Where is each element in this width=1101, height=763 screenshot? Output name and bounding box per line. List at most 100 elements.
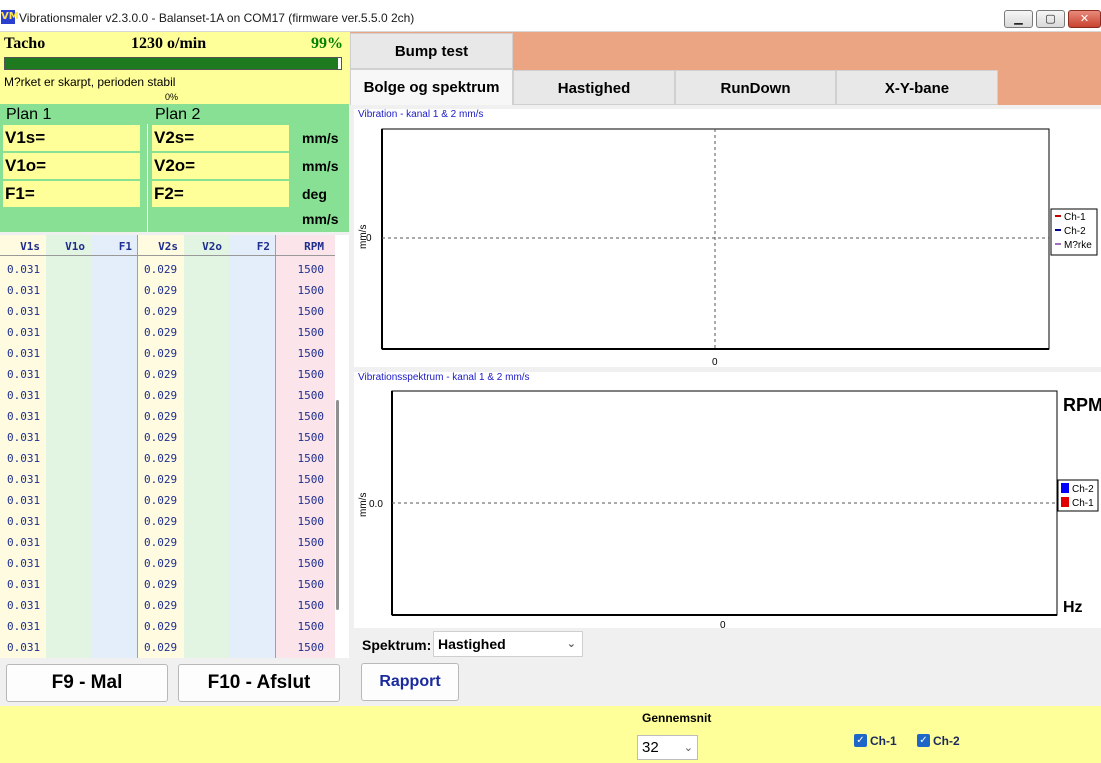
table-cell: 0.031 (7, 536, 41, 549)
table-row[interactable]: 0.031 0.029 1500 (0, 553, 335, 574)
minimize-button[interactable]: ▁ (1004, 10, 1033, 28)
table-cell: 0.029 (144, 368, 178, 381)
spectrum-rpm-label: RPM (1063, 395, 1101, 415)
tab-bump-test[interactable]: Bump test (350, 33, 513, 69)
vibration-x-tick: 0 (712, 357, 718, 367)
table-row[interactable]: 0.031 0.029 1500 (0, 574, 335, 595)
chevron-down-icon: ⌄ (566, 637, 576, 650)
title-bar: VM Vibrationsmaler v2.3.0.0 - Balanset-1… (0, 0, 1101, 32)
gennemsnit-select[interactable]: 32 ⌄ (637, 735, 698, 760)
table-cell: 0.031 (7, 431, 41, 444)
tab-rundown[interactable]: RunDown (675, 70, 836, 105)
table-cell: 0.031 (7, 410, 41, 423)
v1s-field: V1s= (3, 125, 140, 151)
table-cell: 0.029 (144, 557, 178, 570)
tacho-progress-bar (4, 57, 342, 70)
table-cell: 1500 (297, 389, 325, 402)
table-row[interactable]: 0.031 0.029 1500 (0, 595, 335, 616)
table-row[interactable]: 0.031 0.029 1500 (0, 637, 335, 658)
table-scrollbar[interactable] (336, 400, 339, 610)
spectrum-y-tick: 0.0 (369, 499, 383, 510)
table-row[interactable]: 0.031 0.029 1500 (0, 343, 335, 364)
tab-x-y-bane[interactable]: X-Y-bane (836, 70, 998, 105)
table-cell: 0.029 (144, 263, 178, 276)
table-cell: 0.031 (7, 557, 41, 570)
table-cell: 0.029 (144, 389, 178, 402)
table-cell: 0.029 (144, 620, 178, 633)
measurement-table[interactable]: V1s V1o F1 V2s V2o F2 RPM 0.031 0.029 1500 0.031 0… (0, 235, 349, 658)
rapport-button[interactable]: Rapport (361, 663, 459, 701)
table-cell: 0.031 (7, 473, 41, 486)
table-row[interactable]: 0.031 0.029 1500 (0, 532, 335, 553)
table-cell: 0.031 (7, 641, 41, 654)
table-row[interactable]: 0.031 0.029 1500 (0, 259, 335, 280)
legend-label-ch1: Ch-1 (1064, 212, 1086, 223)
tacho-rpm: 1230 o/min (131, 35, 207, 52)
table-cell: 0.029 (144, 431, 178, 444)
f10-afslut-button[interactable]: F10 - Afslut (178, 664, 340, 702)
spectrum-selected-value: Hastighed (438, 636, 506, 652)
table-row[interactable]: 0.031 0.029 1500 (0, 427, 335, 448)
table-row[interactable]: 0.031 0.029 1500 (0, 490, 335, 511)
spectrum-select[interactable]: Hastighed ⌄ (433, 631, 583, 657)
tacho-label: Tacho (4, 35, 46, 52)
app-logo-icon: VM (1, 10, 19, 24)
table-row[interactable]: 0.031 0.029 1500 (0, 301, 335, 322)
v2s-field: V2s= (152, 125, 289, 151)
table-cell: 1500 (297, 326, 325, 339)
table-row[interactable]: 0.031 0.029 1500 (0, 406, 335, 427)
table-header-cell: F1 (118, 240, 132, 253)
table-cell: 0.031 (7, 368, 41, 381)
plan2-title: Plan 2 (155, 106, 201, 123)
table-cell: 0.031 (7, 389, 41, 402)
v2o-field: V2o= (152, 153, 289, 179)
f9-mal-button[interactable]: F9 - Mal (6, 664, 168, 702)
chevron-down-icon: ⌄ (683, 741, 693, 754)
unit-label: deg (302, 186, 327, 202)
table-cell: 0.029 (144, 641, 178, 654)
table-row[interactable]: 0.031 0.029 1500 (0, 448, 335, 469)
table-row[interactable]: 0.031 0.029 1500 (0, 322, 335, 343)
table-cell: 0.029 (144, 515, 178, 528)
ch2-checkbox[interactable]: ✓ (917, 734, 930, 747)
ch2-checkbox-label[interactable]: Ch-2 (933, 734, 960, 748)
unit-label: mm/s (302, 158, 339, 174)
gennemsnit-label: Gennemsnit (642, 711, 712, 725)
table-cell: 0.031 (7, 599, 41, 612)
table-cell: 1500 (297, 557, 325, 570)
table-cell: 0.029 (144, 347, 178, 360)
table-row[interactable]: 0.031 0.029 1500 (0, 364, 335, 385)
table-cell: 0.031 (7, 515, 41, 528)
vibration-y-axis-label: mm/s (358, 225, 369, 249)
table-cell: 0.031 (7, 326, 41, 339)
table-row[interactable]: 0.031 0.029 1500 (0, 616, 335, 637)
legend-label-ch2: Ch-2 (1064, 226, 1086, 237)
ch1-checkbox[interactable]: ✓ (854, 734, 867, 747)
table-row[interactable]: 0.031 0.029 1500 (0, 511, 335, 532)
table-row[interactable]: 0.031 0.029 1500 (0, 280, 335, 301)
table-header-cell: V2o (202, 240, 222, 253)
tab-bolge-og-spektrum[interactable]: Bolge og spektrum (350, 69, 513, 105)
table-cell: 1500 (297, 452, 325, 465)
close-button[interactable]: ✕ (1068, 10, 1101, 28)
tab-hastighed[interactable]: Hastighed (513, 70, 675, 105)
table-cell: 0.031 (7, 452, 41, 465)
unit-label: mm/s (302, 130, 339, 146)
tacho-panel: Tacho 1230 o/min 99% M?rket er skarpt, p… (0, 32, 349, 104)
table-cell: 0.029 (144, 473, 178, 486)
vibration-chart-svg: 0 0 mm/s Ch-1 Ch-2 M?rke (358, 128, 1098, 367)
table-row[interactable]: 0.031 0.029 1500 (0, 469, 335, 490)
legend-swatch-ch2 (1061, 483, 1069, 493)
tacho-progress-fill (5, 58, 338, 69)
legend-label-ch2: Ch-2 (1072, 484, 1094, 495)
maximize-button[interactable]: ▢ (1036, 10, 1065, 28)
ch1-checkbox-label[interactable]: Ch-1 (870, 734, 897, 748)
table-cell: 1500 (297, 410, 325, 423)
table-cell: 1500 (297, 263, 325, 276)
spectrum-x-axis-label: Hz (1063, 599, 1083, 616)
table-row[interactable]: 0.031 0.029 1500 (0, 385, 335, 406)
tab-strip: Bump test Bolge og spektrum Hastighed Ru… (350, 32, 1101, 105)
table-cell: 0.031 (7, 620, 41, 633)
table-cell: 1500 (297, 494, 325, 507)
table-cell: 1500 (297, 536, 325, 549)
